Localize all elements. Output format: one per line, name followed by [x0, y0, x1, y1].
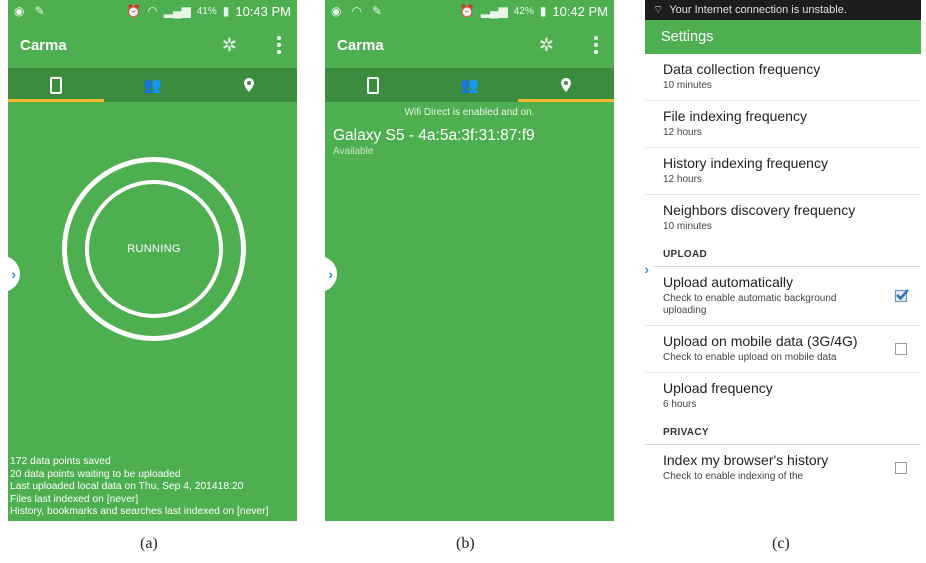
caption-a: (a) [140, 535, 158, 552]
alarm-icon: ⏰ [459, 4, 475, 18]
status-ring-inner[interactable]: RUNNING [85, 180, 223, 318]
section-header-upload: UPLOAD [645, 241, 921, 267]
app-bar: Carma ✲ [8, 22, 297, 68]
chevron-right-icon: › [11, 266, 16, 282]
pref-summary: 10 minutes [663, 221, 712, 232]
tab-neighbors[interactable]: 👥 [421, 68, 517, 102]
app-title: Carma [337, 36, 384, 54]
app-bar: Settings [645, 20, 921, 54]
pref-title: Index my browser's history [663, 452, 829, 468]
pref-data-collection-frequency[interactable]: Data collection frequency 10 minutes [645, 54, 921, 101]
app-title: Settings [661, 29, 714, 45]
tab-location[interactable] [517, 68, 614, 102]
pen-icon: ✎ [371, 4, 383, 18]
upload-automatically-checkbox[interactable] [895, 289, 909, 302]
location-pin-icon [560, 78, 571, 92]
wifi-icon: ◠ [351, 4, 362, 18]
pref-summary: 12 hours [663, 174, 702, 185]
screen-b: ◉ ◠ ✎ ⏰ ▂▄▆ 42% ▮ 10:42 PM Carma ✲ 👥 Wif… [325, 0, 614, 521]
alarm-icon: ⏰ [126, 4, 142, 18]
signal-icon: ▂▄▆ [480, 4, 508, 18]
tab-neighbors[interactable]: 👥 [104, 68, 200, 102]
status-message: Your Internet connection is unstable. [669, 4, 847, 16]
settings-gear-icon[interactable]: ✲ [222, 35, 237, 56]
status-time: 10:42 PM [552, 3, 608, 19]
pref-upload-mobile-data[interactable]: Upload on mobile data (3G/4G) Check to e… [645, 326, 921, 373]
battery-percent: 41% [196, 5, 217, 17]
drawer-handle[interactable]: › [325, 256, 337, 292]
chevron-right-icon: › [328, 266, 333, 282]
wifi-direct-status: Wifi Direct is enabled and on. [404, 107, 535, 118]
pref-index-browser-history[interactable]: Index my browser's history Check to enab… [645, 445, 921, 491]
signal-icon: ▂▄▆ [163, 4, 191, 18]
stat-line: History, bookmarks and searches last ind… [10, 506, 269, 517]
pref-summary: 12 hours [663, 127, 702, 138]
app-title: Carma [20, 36, 67, 54]
settings-gear-icon[interactable]: ✲ [539, 35, 554, 56]
pref-summary: Check to enable indexing of the [663, 471, 804, 482]
pref-history-indexing-frequency[interactable]: History indexing frequency 12 hours [645, 148, 921, 195]
pref-neighbors-discovery-frequency[interactable]: Neighbors discovery frequency 10 minutes [645, 195, 921, 241]
tab-device[interactable] [8, 68, 105, 102]
phone-icon [367, 76, 380, 94]
running-label: RUNNING [127, 243, 181, 255]
tab-bar: 👥 [8, 68, 297, 102]
caption-c: (c) [772, 535, 790, 552]
pref-upload-frequency[interactable]: Upload frequency 6 hours [645, 373, 921, 419]
pref-title: Upload automatically [663, 274, 793, 290]
section-header-privacy: PRIVACY [645, 419, 921, 445]
pref-summary: 10 minutes [663, 80, 712, 91]
battery-percent: 42% [513, 5, 534, 17]
caption-b: (b) [456, 535, 475, 552]
battery-icon: ▮ [539, 4, 547, 18]
status-time: 10:43 PM [235, 3, 291, 19]
pref-title: Neighbors discovery frequency [663, 202, 856, 218]
index-browser-history-checkbox[interactable] [895, 462, 907, 474]
wifi-warning-icon: ⌔ [653, 4, 664, 16]
status-bar: ⌔ Your Internet connection is unstable. [645, 0, 921, 20]
device-availability: Available [333, 146, 374, 157]
pref-file-indexing-frequency[interactable]: File indexing frequency 12 hours [645, 101, 921, 148]
pref-title: Upload frequency [663, 380, 773, 396]
people-icon: 👥 [460, 77, 479, 94]
stat-line: 20 data points waiting to be uploaded [10, 468, 181, 480]
screen-a: ◉ ✎ ⏰ ◠ ▂▄▆ 41% ▮ 10:43 PM Carma ✲ 👥 › R… [8, 0, 297, 521]
location-icon: ◉ [14, 4, 25, 18]
tab-location[interactable] [201, 68, 297, 102]
screen-c: ⌔ Your Internet connection is unstable. … [645, 0, 921, 521]
people-icon: 👥 [143, 77, 162, 94]
chevron-right-icon: › [645, 261, 649, 277]
drawer-handle[interactable]: › [8, 256, 20, 292]
location-icon: ◉ [331, 4, 342, 18]
pref-summary: Check to enable automatic background upl… [663, 293, 837, 316]
tab-bar: 👥 [325, 68, 614, 102]
status-bar: ◉ ✎ ⏰ ◠ ▂▄▆ 41% ▮ 10:43 PM [8, 0, 297, 22]
tab-device[interactable] [325, 68, 421, 102]
wifi-icon: ◠ [147, 4, 158, 18]
status-bar: ◉ ◠ ✎ ⏰ ▂▄▆ 42% ▮ 10:42 PM [325, 0, 614, 22]
overflow-menu-icon[interactable] [273, 36, 285, 54]
upload-mobile-data-checkbox[interactable] [895, 343, 907, 355]
pref-summary: Check to enable upload on mobile data [663, 352, 837, 363]
checkmark-icon [896, 289, 909, 301]
pref-title: History indexing frequency [663, 155, 828, 171]
battery-icon: ▮ [222, 4, 230, 18]
pref-title: File indexing frequency [663, 108, 807, 124]
phone-icon [50, 76, 63, 94]
pref-title: Data collection frequency [663, 61, 821, 77]
pref-summary: 6 hours [663, 399, 697, 410]
pref-title: Upload on mobile data (3G/4G) [663, 333, 858, 349]
stat-line: Last uploaded local data on Thu, Sep 4, … [10, 481, 244, 492]
pen-icon: ✎ [34, 4, 45, 18]
stat-line: Files last indexed on [never] [10, 493, 139, 505]
device-name[interactable]: Galaxy S5 - 4a:5a:3f:31:87:f9 [333, 127, 614, 145]
app-bar: Carma ✲ [325, 22, 614, 68]
location-pin-icon [243, 78, 254, 92]
overflow-menu-icon[interactable] [590, 36, 602, 54]
stat-line: 172 data points saved [10, 456, 111, 467]
pref-upload-automatically[interactable]: Upload automatically Check to enable aut… [645, 267, 921, 326]
stats-block: 172 data points saved 20 data points wai… [10, 456, 269, 519]
